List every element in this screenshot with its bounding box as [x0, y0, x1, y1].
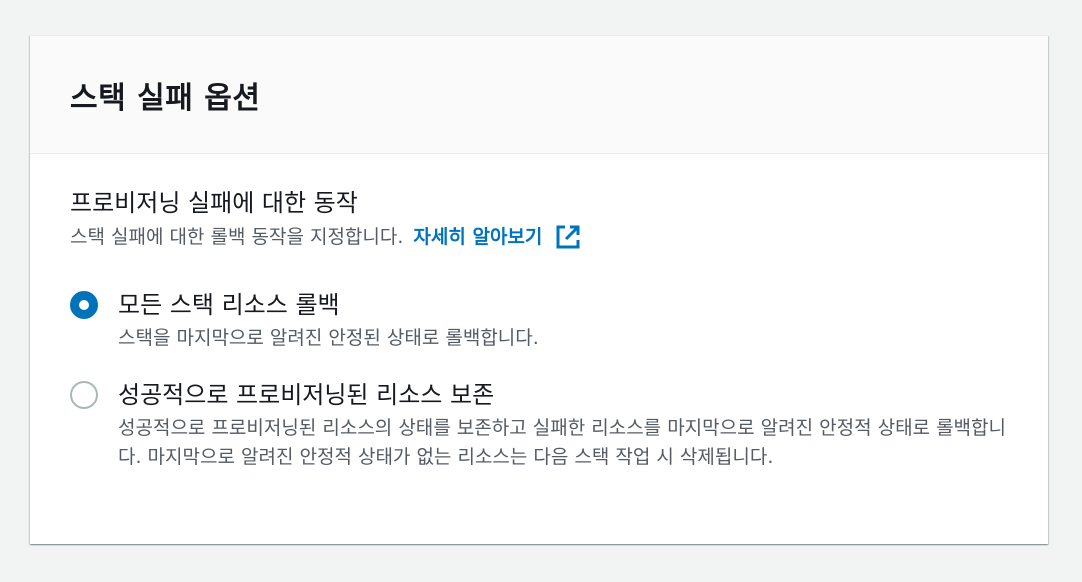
field-description: 스택 실패에 대한 롤백 동작을 지정합니다. 자세히 알아보기: [70, 222, 1008, 252]
panel-title: 스택 실패 옵션: [70, 80, 261, 116]
learn-more-link[interactable]: 자세히 알아보기: [413, 222, 582, 252]
radio-option-label: 성공적으로 프로비저닝된 리소스 보존: [118, 381, 495, 409]
field-label: 프로비저닝 실패에 대한 동작: [70, 189, 358, 217]
stack-failure-options-panel: 스택 실패 옵션 프로비저닝 실패에 대한 동작 스택 실패에 대한 롤백 동작…: [30, 35, 1048, 544]
rollback-behavior-radio-group: 모든 스택 리소스 롤백 스택을 마지막으로 알려진 안정된 상태로 롤백합니다…: [70, 288, 1008, 472]
radio-option-text: 모든 스택 리소스 롤백 스택을 마지막으로 알려진 안정된 상태로 롤백합니다…: [118, 288, 1008, 353]
radio-button-selected[interactable]: [70, 291, 98, 319]
external-link-icon: [554, 223, 582, 251]
panel-header: 스택 실패 옵션: [30, 36, 1048, 154]
radio-option-description: 성공적으로 프로비저닝된 리소스의 상태를 보존하고 실패한 리소스를 마지막으…: [118, 417, 1006, 468]
radio-option-preserve-resources[interactable]: 성공적으로 프로비저닝된 리소스 보존 성공적으로 프로비저닝된 리소스의 상태…: [70, 378, 1008, 472]
radio-option-text: 성공적으로 프로비저닝된 리소스 보존 성공적으로 프로비저닝된 리소스의 상태…: [118, 378, 1008, 472]
field-description-text: 스택 실패에 대한 롤백 동작을 지정합니다.: [70, 226, 404, 248]
radio-option-description: 스택을 마지막으로 알려진 안정된 상태로 롤백합니다.: [118, 327, 539, 349]
learn-more-label: 자세히 알아보기: [413, 226, 543, 248]
radio-option-label: 모든 스택 리소스 롤백: [118, 291, 340, 319]
radio-option-rollback-all[interactable]: 모든 스택 리소스 롤백 스택을 마지막으로 알려진 안정된 상태로 롤백합니다…: [70, 288, 1008, 353]
radio-button-unselected[interactable]: [70, 381, 98, 409]
panel-body: 프로비저닝 실패에 대한 동작 스택 실패에 대한 롤백 동작을 지정합니다. …: [30, 154, 1048, 472]
